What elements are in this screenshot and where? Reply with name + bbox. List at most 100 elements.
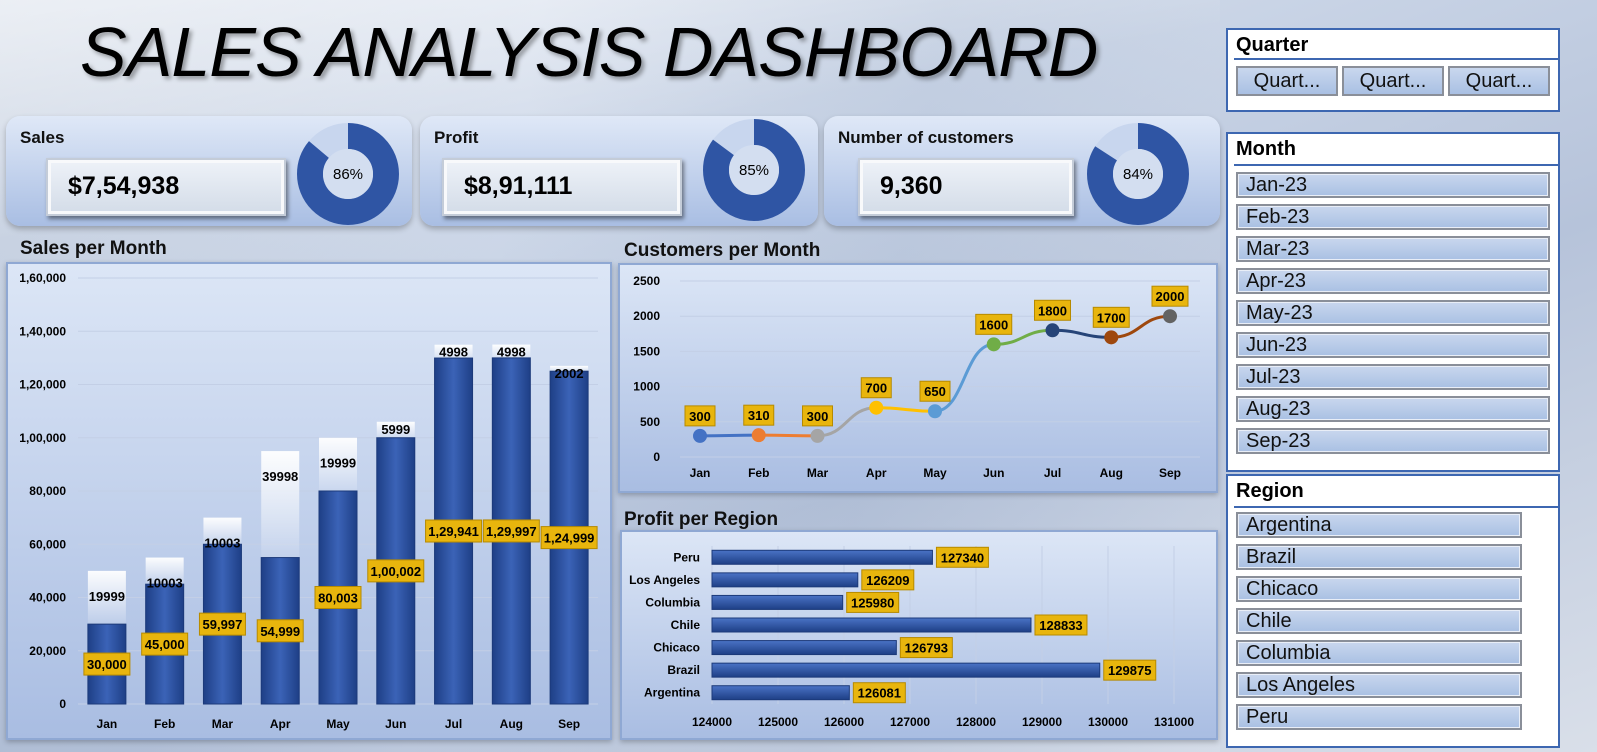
x-tick-label: 126000 (824, 715, 864, 729)
x-tick-label: Jul (1044, 466, 1061, 480)
x-tick-label: Jan (97, 717, 118, 731)
data-label: 1,00,002 (370, 564, 421, 579)
quarter-option[interactable]: Quart... (1448, 66, 1550, 96)
kpi-donut: 84% (1087, 123, 1189, 225)
x-tick-label: 130000 (1088, 715, 1128, 729)
y-tick-label: 2000 (633, 309, 660, 323)
bar (711, 640, 897, 656)
line-point (1045, 323, 1060, 338)
month-option[interactable]: Apr-23 (1236, 268, 1550, 294)
kpi-label: Profit (434, 128, 479, 147)
bar (711, 594, 844, 610)
y-tick-label: 1500 (633, 344, 660, 358)
data-label: 126209 (866, 573, 909, 588)
region-option[interactable]: Chicaco (1236, 576, 1522, 602)
line-segment (876, 406, 936, 413)
month-option[interactable]: Jun-23 (1236, 332, 1550, 358)
x-tick-label: 128000 (956, 715, 996, 729)
x-tick-label: Mar (807, 466, 829, 480)
x-tick-label: May (326, 717, 350, 731)
data-label: 19999 (89, 589, 125, 604)
data-label: 4998 (439, 345, 468, 360)
kpi-donut: 85% (703, 119, 805, 221)
x-tick-label: May (923, 466, 947, 480)
data-label: 39998 (262, 469, 298, 484)
kpi-card-sales: Sales $7,54,938 86% (6, 116, 412, 226)
line-point (693, 428, 707, 443)
y-tick-label: 1,00,000 (19, 431, 66, 445)
x-tick-label: Sep (558, 717, 580, 731)
line-point (986, 337, 1001, 352)
y-tick-label: 1,40,000 (19, 324, 66, 338)
x-tick-label: Apr (270, 717, 291, 731)
month-option[interactable]: Mar-23 (1236, 236, 1550, 262)
kpi-value-box: 9,360 (858, 158, 1074, 216)
x-tick-label: 125000 (758, 715, 798, 729)
x-tick-label: Jul (445, 717, 462, 731)
x-tick-label: 131000 (1154, 715, 1194, 729)
data-label: 30,000 (87, 657, 127, 672)
sales-chart-panel: 0 20,000 40,000 60,000 80,000 1,00,000 1,20,00… (6, 262, 612, 740)
donut-percent: 85% (739, 162, 769, 179)
sales-per-month-chart: 0 20,000 40,000 60,000 80,000 1,00,000 1,20,00… (19, 271, 598, 731)
y-tick-label: 1,20,000 (19, 378, 66, 392)
kpi-card-profit: Profit $8,91,111 85% (420, 116, 818, 226)
region-option[interactable]: Argentina (1236, 512, 1522, 538)
line-point (810, 428, 825, 443)
bar (711, 685, 850, 701)
line-segment (699, 433, 759, 438)
region-option[interactable]: Chile (1236, 608, 1522, 634)
kpi-value: 9,360 (880, 172, 943, 200)
kpi-value-box: $7,54,938 (46, 158, 286, 216)
month-option[interactable]: May-23 (1236, 300, 1550, 326)
region-option[interactable]: Brazil (1236, 544, 1522, 570)
y-tick-label: 60,000 (29, 537, 66, 551)
y-tick-label: Argentina (644, 686, 700, 700)
y-tick-label: Chile (671, 618, 701, 632)
x-tick-label: Jun (983, 466, 1004, 480)
region-option[interactable]: Peru (1236, 704, 1522, 730)
x-tick-label: Aug (500, 717, 523, 731)
slicer-divider (1234, 506, 1558, 508)
quarter-option[interactable]: Quart... (1236, 66, 1338, 96)
x-tick-label: 129000 (1022, 715, 1062, 729)
data-label: 129875 (1108, 663, 1151, 678)
month-option[interactable]: Aug-23 (1236, 396, 1550, 422)
region-option[interactable]: Los Angeles (1236, 672, 1522, 698)
y-tick-label: 20,000 (29, 644, 66, 658)
data-label: 1,24,999 (544, 531, 595, 546)
data-label: 19999 (320, 456, 356, 471)
data-label: 126081 (858, 686, 901, 701)
data-label: 300 (689, 409, 711, 424)
quarter-option[interactable]: Quart... (1342, 66, 1444, 96)
data-label: 80,003 (318, 590, 358, 605)
data-label: 128833 (1039, 618, 1082, 633)
x-tick-label: Jun (385, 717, 406, 731)
x-tick-label: Mar (212, 717, 234, 731)
y-tick-label: Brazil (667, 663, 700, 677)
month-option[interactable]: Jul-23 (1236, 364, 1550, 390)
region-option[interactable]: Columbia (1236, 640, 1522, 666)
slicer-title: Quarter (1236, 34, 1309, 56)
y-tick-label: Columbia (645, 595, 700, 609)
month-option[interactable]: Sep-23 (1236, 428, 1550, 454)
region-chart-panel: 124000 125000 126000 127000 128000 129000 1300… (620, 530, 1218, 740)
month-option[interactable]: Jan-23 (1236, 172, 1550, 198)
y-tick-label: 0 (653, 450, 660, 464)
kpi-label: Sales (20, 128, 65, 147)
y-tick-label: 2500 (633, 274, 660, 288)
y-tick-label: 40,000 (29, 591, 66, 605)
data-label: 700 (865, 381, 887, 396)
data-label: 45,000 (145, 637, 185, 652)
month-option[interactable]: Feb-23 (1236, 204, 1550, 230)
y-tick-label: 1,60,000 (19, 271, 66, 285)
line-segment (1052, 328, 1112, 339)
chart-title: Sales per Month (20, 238, 167, 259)
x-tick-label: Apr (866, 466, 887, 480)
kpi-value-box: $8,91,111 (442, 158, 682, 216)
chart-title: Profit per Region (624, 509, 779, 530)
chart-title: Customers per Month (624, 240, 821, 261)
region-slicer: Region Argentina Brazil Chicaco Chile Columb… (1226, 474, 1560, 748)
data-label: 650 (924, 384, 946, 399)
x-tick-label: Jan (690, 466, 711, 480)
